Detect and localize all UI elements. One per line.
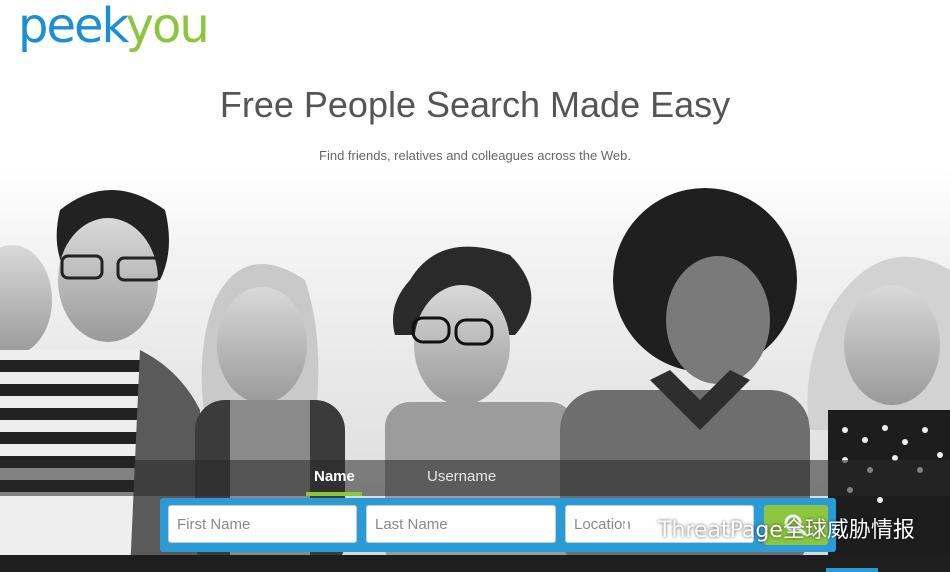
page-title: Free People Search Made Easy xyxy=(219,84,731,125)
logo-you: you xyxy=(125,0,210,54)
footer-accent xyxy=(826,568,878,572)
page-subtitle: Find friends, relatives and colleagues a… xyxy=(319,148,631,163)
tab-username[interactable]: Username xyxy=(427,468,496,485)
active-tab-indicator xyxy=(306,492,362,496)
last-name-input[interactable] xyxy=(366,505,556,543)
footer-strip xyxy=(0,555,950,572)
search-form xyxy=(160,498,836,552)
site-logo[interactable]: peekyou xyxy=(18,0,210,54)
location-input[interactable] xyxy=(565,505,754,543)
search-button[interactable] xyxy=(764,505,828,545)
first-name-input[interactable] xyxy=(168,505,357,543)
search-icon xyxy=(784,514,807,536)
tab-name[interactable]: Name xyxy=(314,468,355,485)
logo-peek: peek xyxy=(18,0,128,54)
